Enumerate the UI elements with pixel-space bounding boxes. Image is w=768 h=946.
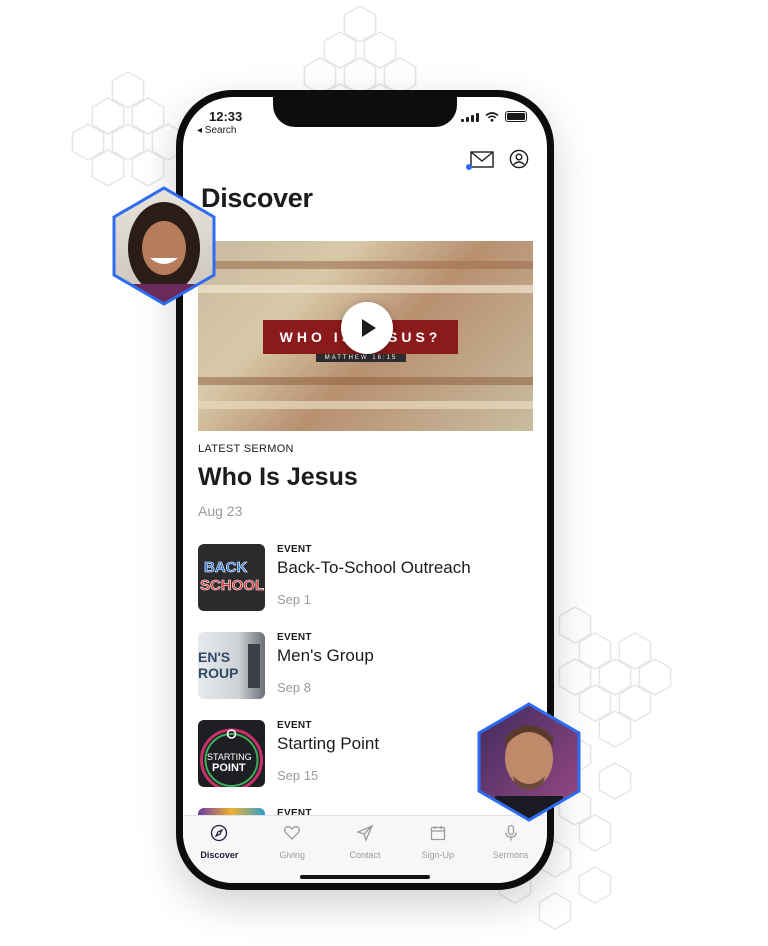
glitch-stripe: [198, 401, 533, 409]
event-tag: EVENT: [277, 544, 312, 555]
event-tag: EVENT: [277, 720, 312, 731]
event-thumbnail: BACK SCHOOL: [198, 544, 265, 611]
event-title: Starting Point: [277, 734, 380, 753]
latest-sermon-video[interactable]: WHO IS JESUS? MATTHEW 16:15: [198, 241, 533, 431]
heart-icon: [284, 826, 301, 840]
event-thumbnail: EN'S ROUP: [198, 632, 265, 699]
tab-sermons[interactable]: Sermons: [474, 816, 547, 883]
svg-text:ROUP: ROUP: [198, 665, 238, 681]
tab-discover[interactable]: Discover: [183, 816, 256, 883]
event-item[interactable]: BACK SCHOOL EVENT Back-To-School Outreac…: [198, 544, 538, 614]
phone-notch: [273, 97, 457, 127]
sermon-title[interactable]: Who Is Jesus: [198, 463, 358, 492]
event-tag: EVENT: [277, 632, 312, 643]
envelope-icon: [470, 151, 494, 168]
messages-button[interactable]: [466, 149, 495, 170]
home-indicator: [300, 875, 430, 879]
svg-text:EN'S: EN'S: [198, 649, 230, 665]
compass-icon: [211, 824, 228, 842]
latest-sermon-label: LATEST SERMON: [198, 443, 294, 455]
wifi-icon: [485, 111, 499, 122]
glitch-stripe: [198, 377, 533, 385]
play-button[interactable]: [341, 302, 393, 354]
event-date: Sep 1: [277, 592, 311, 607]
paper-plane-icon: [356, 824, 374, 842]
status-icons: [461, 111, 527, 122]
event-date: Sep 15: [277, 768, 319, 783]
tab-label: Sign-Up: [421, 850, 455, 860]
glitch-stripe: [198, 285, 533, 293]
svg-text:STARTING: STARTING: [207, 752, 252, 762]
tab-contact[interactable]: Contact: [329, 816, 402, 883]
svg-text:SCHOOL: SCHOOL: [200, 577, 264, 594]
unread-dot: [466, 164, 472, 170]
profile-button[interactable]: [509, 149, 529, 169]
status-time: 12:33: [209, 109, 243, 124]
event-date: Sep 8: [277, 680, 311, 695]
tab-label: Giving: [279, 850, 305, 860]
glitch-stripe: [198, 261, 533, 269]
calendar-icon: [430, 826, 445, 841]
tab-label: Sermons: [492, 850, 529, 860]
sermon-banner-subtitle: MATTHEW 16:15: [316, 354, 406, 362]
microphone-icon: [504, 824, 517, 841]
event-title: Men's Group: [277, 646, 374, 665]
svg-text:POINT: POINT: [212, 762, 246, 774]
tab-label: Contact: [349, 850, 381, 860]
tab-sign-up[interactable]: Sign-Up: [401, 816, 474, 883]
header-actions: [466, 149, 529, 170]
tab-giving[interactable]: Giving: [256, 816, 329, 883]
sermon-date: Aug 23: [198, 503, 243, 519]
back-to-search-link[interactable]: ◂ Search: [197, 125, 236, 136]
battery-icon: [505, 111, 527, 122]
tab-label: Discover: [200, 850, 239, 860]
avatar: [112, 186, 216, 306]
cellular-signal-icon: [461, 112, 479, 122]
avatar: [477, 702, 581, 822]
event-item[interactable]: EN'S ROUP EVENT Men's Group Sep 8: [198, 632, 538, 702]
tab-bar: Discover Giving Contact Sign-Up Sermons: [183, 815, 547, 883]
event-thumbnail: STARTING POINT: [198, 720, 265, 787]
event-title: Back-To-School Outreach: [277, 558, 471, 577]
svg-text:BACK: BACK: [204, 559, 247, 576]
